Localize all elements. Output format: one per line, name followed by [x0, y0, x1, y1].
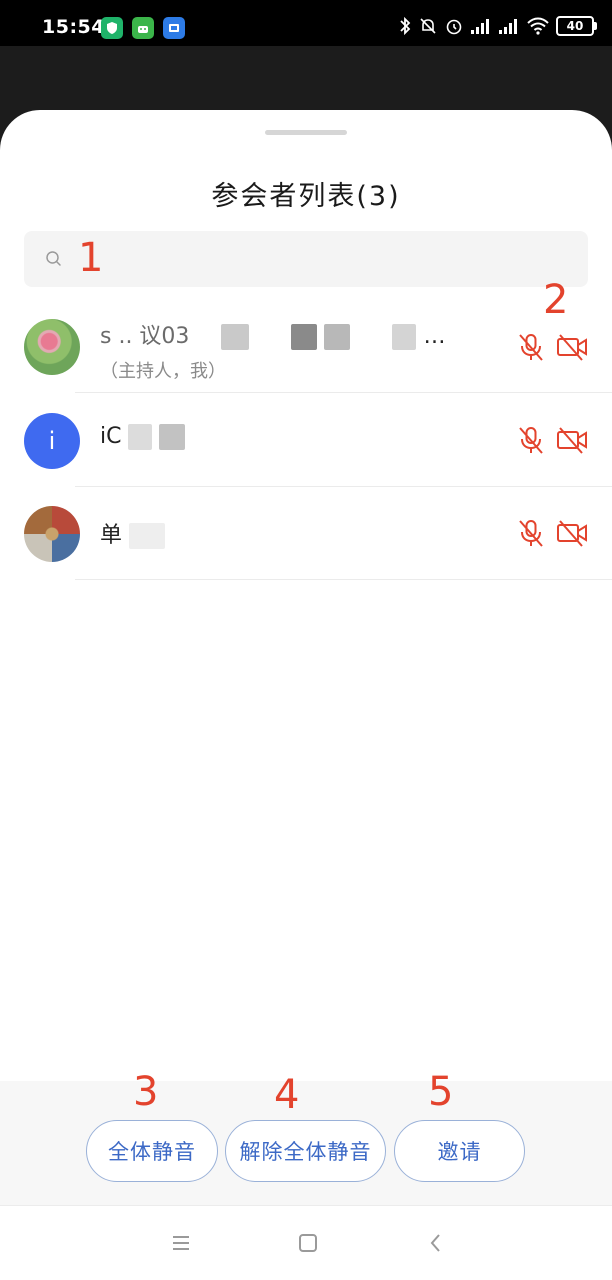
- participant-name-visible: s .. 议03: [100, 324, 190, 349]
- mic-off-icon[interactable]: [515, 331, 547, 363]
- redacted-text: [256, 324, 285, 350]
- redacted-text: [357, 324, 386, 350]
- participant-role: （主持人，我）: [100, 361, 226, 382]
- participant-row[interactable]: s .. 议03 … （主持人，我）: [0, 300, 612, 393]
- back-icon[interactable]: [421, 1228, 451, 1258]
- avatar: [24, 319, 80, 375]
- redacted-text: [291, 324, 318, 350]
- invite-button[interactable]: 邀请: [394, 1120, 525, 1182]
- video-off-icon[interactable]: [556, 331, 588, 363]
- participant-name-ellipsis: …: [423, 324, 446, 349]
- status-indicators: 40: [398, 16, 597, 36]
- bluetooth-icon: [400, 16, 411, 36]
- mic-off-icon[interactable]: [515, 517, 547, 549]
- android-app-icon: [132, 17, 154, 39]
- participant-name-visible: iC: [100, 424, 122, 449]
- alarm-icon: [446, 19, 462, 35]
- redacted-text: [159, 424, 186, 450]
- row-divider: [75, 579, 612, 580]
- participant-name-visible: 单: [100, 523, 123, 548]
- participant-name: 单: [100, 517, 166, 549]
- battery-icon: 40: [556, 16, 597, 36]
- annotation-marker-1: 1: [78, 235, 104, 281]
- drag-handle[interactable]: [265, 130, 347, 135]
- avatar: [24, 506, 80, 562]
- participant-name: s .. 议03 …: [100, 318, 445, 350]
- signal-icon: [499, 19, 517, 34]
- participant-row[interactable]: i iC: [0, 394, 612, 487]
- annotation-marker-5: 5: [428, 1069, 454, 1115]
- row-divider: [75, 392, 612, 393]
- annotation-marker-3: 3: [133, 1069, 159, 1115]
- participant-name: iC: [100, 424, 186, 450]
- video-off-icon[interactable]: [556, 424, 588, 456]
- participant-row[interactable]: 单: [0, 487, 612, 580]
- sheet-title: 参会者列表(3): [211, 181, 401, 212]
- unmute-all-button[interactable]: 解除全体静音: [225, 1120, 386, 1182]
- redacted-text: [324, 324, 351, 350]
- mic-off-icon[interactable]: [515, 424, 547, 456]
- search-input[interactable]: [80, 231, 570, 287]
- redacted-text: [128, 424, 153, 450]
- annotation-marker-4: 4: [274, 1072, 300, 1118]
- search-icon: [46, 251, 61, 266]
- redacted-text: [196, 324, 215, 350]
- mute-all-button[interactable]: 全体静音: [86, 1120, 218, 1182]
- notifications-off-icon: [420, 18, 436, 34]
- signal-icon: [471, 19, 489, 34]
- redacted-text: [392, 324, 417, 350]
- screen-cast-app-icon: [163, 17, 185, 39]
- menu-icon[interactable]: [166, 1228, 196, 1258]
- status-bar: 15:54 40: [0, 0, 612, 46]
- redacted-text: [129, 523, 166, 549]
- avatar: i: [24, 413, 80, 469]
- shield-app-icon: [101, 17, 123, 39]
- status-time: 15:54: [42, 16, 105, 38]
- search-box[interactable]: [24, 231, 588, 287]
- wifi-icon: [527, 17, 549, 35]
- home-icon[interactable]: [293, 1228, 323, 1258]
- video-off-icon[interactable]: [556, 517, 588, 549]
- redacted-text: [221, 324, 250, 350]
- system-nav-bar: [0, 1205, 612, 1280]
